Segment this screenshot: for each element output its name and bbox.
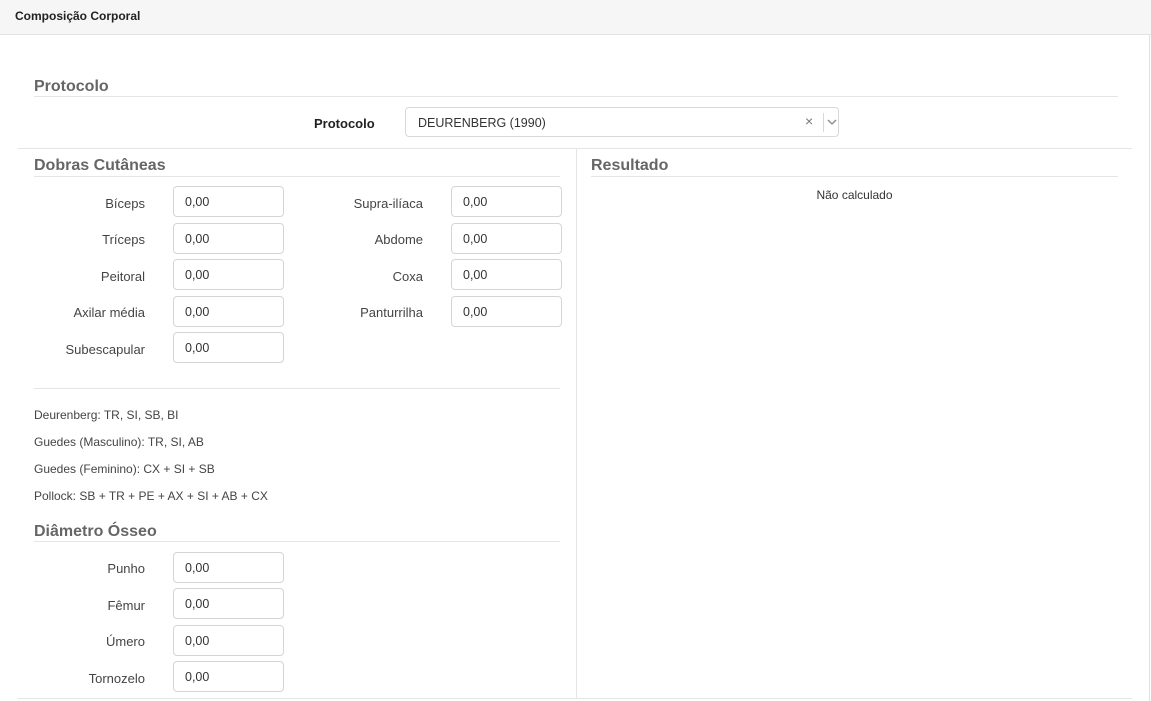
biceps-input[interactable] (173, 186, 284, 217)
tornozelo-label: Tornozelo (88, 671, 145, 686)
protocolo-selected-value: DEURENBERG (1990) (418, 116, 546, 130)
select-separator (823, 113, 824, 132)
panel-right-border (1149, 34, 1150, 701)
panel-header: Composição Corporal (0, 0, 1151, 35)
column-divider (576, 149, 577, 698)
supra-iliaca-label: Supra-ilíaca (353, 196, 423, 211)
diametro-divider (34, 541, 560, 542)
umero-input[interactable] (173, 625, 284, 656)
clear-icon[interactable]: × (805, 113, 813, 129)
panel-title: Composição Corporal (15, 9, 141, 23)
umero-label: Úmero (105, 634, 145, 649)
supra-iliaca-input[interactable] (451, 186, 562, 217)
resultado-section-title: Resultado (591, 157, 669, 174)
axilar-media-input[interactable] (173, 296, 284, 327)
triceps-input[interactable] (173, 223, 284, 254)
subescapular-input[interactable] (173, 332, 284, 363)
tornozelo-input[interactable] (173, 661, 284, 692)
abdome-input[interactable] (451, 223, 562, 254)
triceps-label: Tríceps (102, 232, 145, 247)
panturrilha-label: Panturrilha (360, 305, 423, 320)
protocolo-select[interactable]: DEURENBERG (1990) × (405, 107, 839, 137)
femur-label: Fêmur (107, 598, 145, 613)
resultado-status-text: Não calculado (816, 188, 893, 202)
row-divider (18, 148, 1132, 149)
bottom-divider (18, 698, 1132, 699)
subescapular-label: Subescapular (65, 342, 146, 357)
dobras-divider (34, 176, 560, 177)
protocolo-divider (34, 96, 1118, 97)
formula-pollock: Pollock: SB + TR + PE + AX + SI + AB + C… (34, 489, 268, 503)
coxa-label: Coxa (392, 269, 423, 284)
formula-guedes-masculino: Guedes (Masculino): TR, SI, AB (34, 435, 204, 449)
peitoral-input[interactable] (173, 259, 284, 290)
chevron-down-icon[interactable] (826, 114, 838, 130)
diametro-section-title: Diâmetro Ósseo (34, 523, 157, 540)
protocolo-label: Protocolo (314, 116, 375, 131)
formulas-divider (34, 388, 560, 389)
femur-input[interactable] (173, 588, 284, 619)
protocolo-section-title: Protocolo (34, 78, 109, 95)
dobras-section-title: Dobras Cutâneas (34, 157, 166, 174)
punho-label: Punho (107, 561, 145, 576)
axilar-media-label: Axilar média (73, 305, 145, 320)
peitoral-label: Peitoral (100, 269, 145, 284)
resultado-divider (591, 176, 1118, 177)
biceps-label: Bíceps (105, 196, 145, 211)
panturrilha-input[interactable] (451, 296, 562, 327)
abdome-label: Abdome (374, 232, 423, 247)
formula-deurenberg: Deurenberg: TR, SI, SB, BI (34, 408, 179, 422)
coxa-input[interactable] (451, 259, 562, 290)
formula-guedes-feminino: Guedes (Feminino): CX + SI + SB (34, 462, 215, 476)
punho-input[interactable] (173, 552, 284, 583)
